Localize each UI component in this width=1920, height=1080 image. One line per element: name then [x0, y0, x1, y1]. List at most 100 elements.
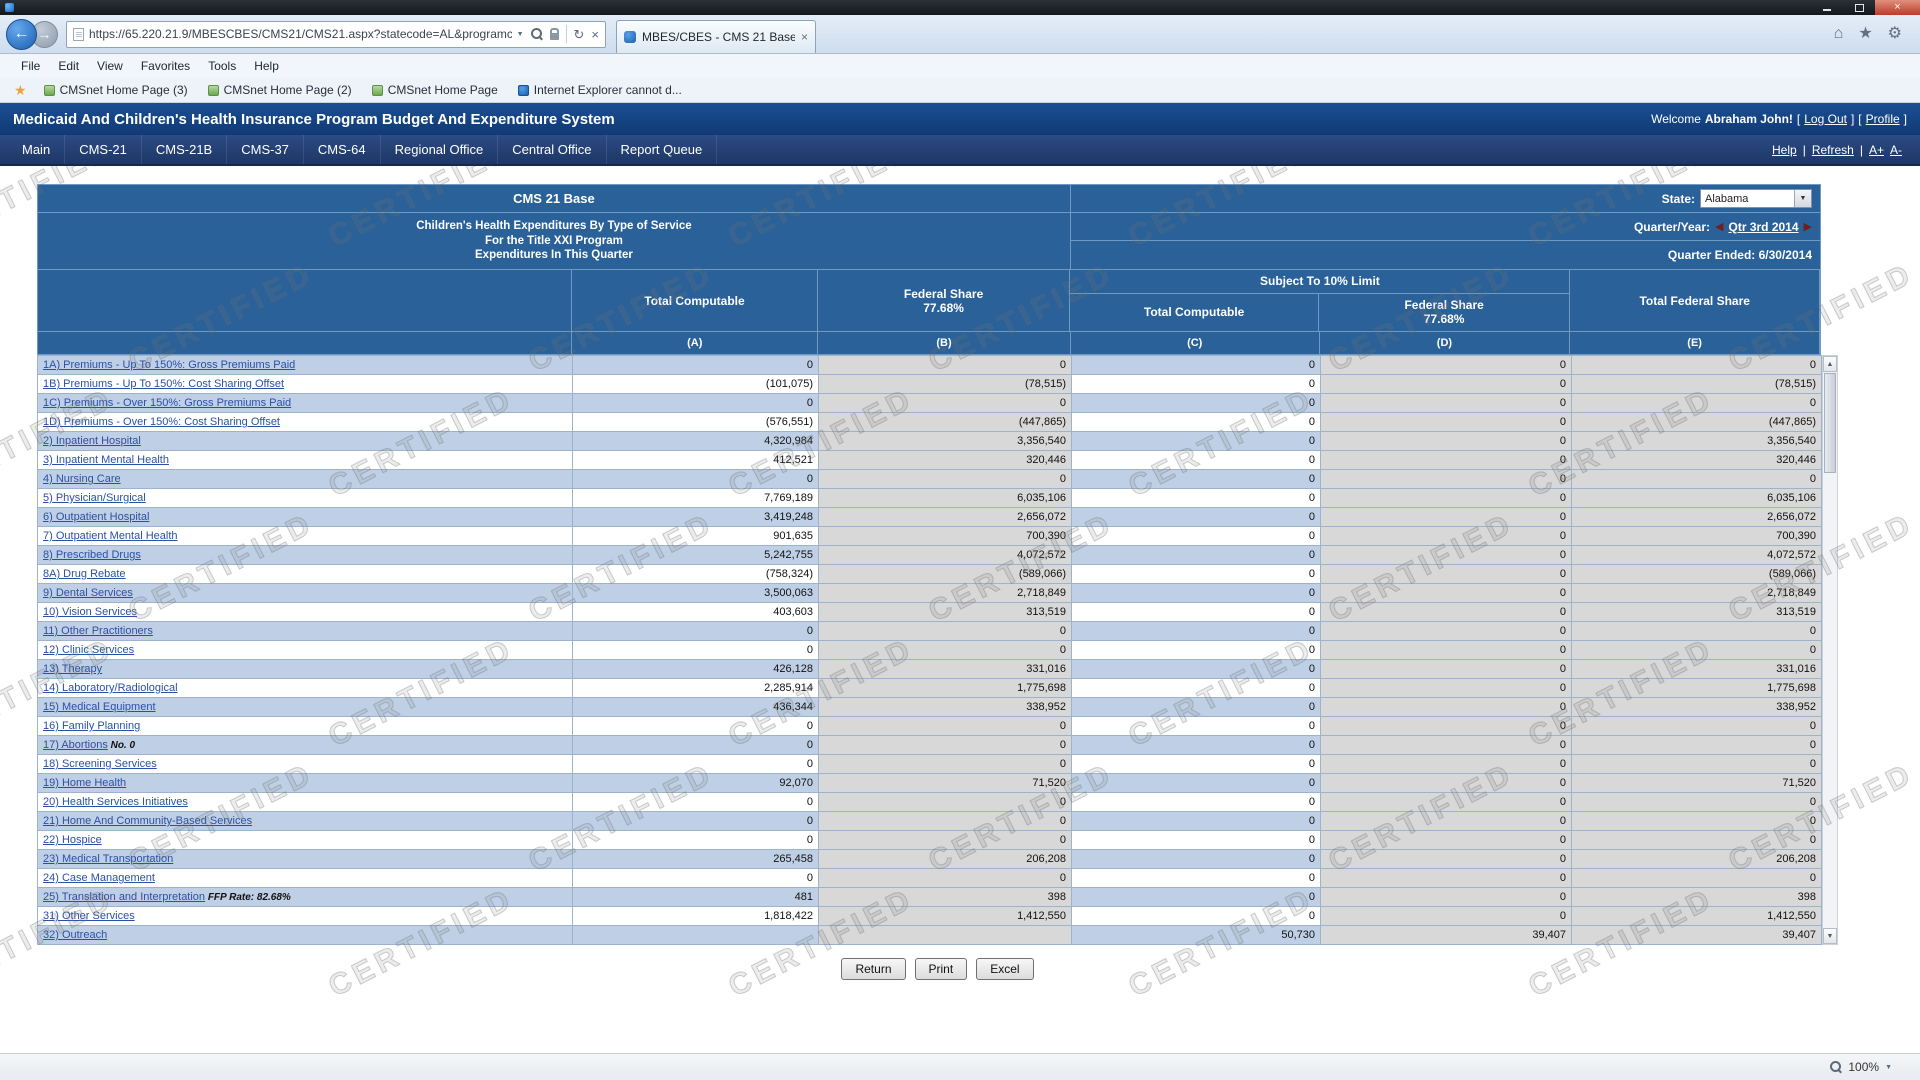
value-cell-c[interactable]: 0: [1072, 660, 1321, 679]
service-link[interactable]: 24) Case Management: [43, 872, 155, 884]
value-cell-c[interactable]: 0: [1072, 432, 1321, 451]
value-cell-c[interactable]: 0: [1072, 850, 1321, 869]
service-link[interactable]: 20) Health Services Initiatives: [43, 796, 188, 808]
value-cell-a[interactable]: 0: [573, 755, 819, 774]
value-cell-a[interactable]: 0: [573, 831, 819, 850]
value-cell-c[interactable]: 0: [1072, 812, 1321, 831]
stop-icon[interactable]: ×: [591, 28, 599, 41]
minimize-button[interactable]: [1811, 0, 1843, 15]
address-dropdown-icon[interactable]: ▼: [517, 31, 524, 38]
value-cell-c[interactable]: 0: [1072, 736, 1321, 755]
value-cell-a[interactable]: 412,521: [573, 451, 819, 470]
return-button[interactable]: Return: [841, 958, 905, 980]
maximize-button[interactable]: [1843, 0, 1875, 15]
value-cell-c[interactable]: 0: [1072, 622, 1321, 641]
service-link[interactable]: 22) Hospice: [43, 834, 102, 846]
value-cell-c[interactable]: 0: [1072, 375, 1321, 394]
back-button[interactable]: ←: [6, 19, 37, 50]
security-lock-icon[interactable]: [550, 33, 559, 40]
print-button[interactable]: Print: [915, 958, 968, 980]
nav-tab-main[interactable]: Main: [8, 135, 65, 164]
service-link[interactable]: 1C) Premiums - Over 150%: Gross Premiums…: [43, 397, 291, 409]
menu-view[interactable]: View: [88, 59, 132, 73]
service-link[interactable]: 21) Home And Community-Based Services: [43, 815, 252, 827]
service-link[interactable]: 16) Family Planning: [43, 720, 140, 732]
scroll-up-icon[interactable]: ▲: [1823, 356, 1837, 372]
value-cell-a[interactable]: 0: [573, 470, 819, 489]
service-link[interactable]: 8A) Drug Rebate: [43, 568, 126, 580]
value-cell-c[interactable]: 0: [1072, 356, 1321, 375]
scroll-down-icon[interactable]: ▼: [1823, 928, 1837, 944]
menu-file[interactable]: File: [12, 59, 49, 73]
service-link[interactable]: 6) Outpatient Hospital: [43, 511, 149, 523]
scroll-thumb[interactable]: [1824, 373, 1836, 473]
value-cell-c[interactable]: 0: [1072, 584, 1321, 603]
service-link[interactable]: 2) Inpatient Hospital: [43, 435, 141, 447]
logout-link[interactable]: Log Out: [1804, 112, 1847, 126]
value-cell-a[interactable]: (576,551): [573, 413, 819, 432]
next-quarter-icon[interactable]: ▶: [1804, 220, 1812, 233]
service-link[interactable]: 1B) Premiums - Up To 150%: Cost Sharing …: [43, 378, 284, 390]
value-cell-c[interactable]: 0: [1072, 546, 1321, 565]
value-cell-c[interactable]: 0: [1072, 907, 1321, 926]
service-link[interactable]: 31) Other Services: [43, 910, 135, 922]
menu-edit[interactable]: Edit: [49, 59, 88, 73]
menu-tools[interactable]: Tools: [199, 59, 245, 73]
nav-tab-cms64[interactable]: CMS-64: [304, 135, 381, 164]
table-scrollbar[interactable]: ▲ ▼: [1822, 355, 1838, 945]
service-link[interactable]: 17) Abortions: [43, 739, 108, 751]
value-cell-a[interactable]: 481: [573, 888, 819, 907]
search-icon[interactable]: [531, 28, 543, 40]
value-cell-a[interactable]: 0: [573, 641, 819, 660]
service-link[interactable]: 1D) Premiums - Over 150%: Cost Sharing O…: [43, 416, 280, 428]
address-bar[interactable]: https://65.220.21.9/MBESCBES/CMS21/CMS21…: [66, 21, 606, 48]
state-select[interactable]: Alabama ▼: [1700, 189, 1812, 208]
value-cell-c[interactable]: 0: [1072, 641, 1321, 660]
service-link[interactable]: 4) Nursing Care: [43, 473, 121, 485]
url-text[interactable]: https://65.220.21.9/MBESCBES/CMS21/CMS21…: [89, 27, 512, 41]
value-cell-a[interactable]: 3,419,248: [573, 508, 819, 527]
service-link[interactable]: 10) Vision Services: [43, 606, 137, 618]
service-link[interactable]: 23) Medical Transportation: [43, 853, 173, 865]
value-cell-a[interactable]: 0: [573, 736, 819, 755]
value-cell-a[interactable]: (101,075): [573, 375, 819, 394]
service-link[interactable]: 3) Inpatient Mental Health: [43, 454, 169, 466]
refresh-link[interactable]: Refresh: [1812, 143, 1854, 157]
value-cell-c[interactable]: 0: [1072, 831, 1321, 850]
service-link[interactable]: 32) Outreach: [43, 929, 107, 941]
tab-close-icon[interactable]: ×: [801, 30, 808, 44]
value-cell-c[interactable]: 0: [1072, 527, 1321, 546]
value-cell-c[interactable]: 0: [1072, 755, 1321, 774]
value-cell-c[interactable]: 0: [1072, 869, 1321, 888]
value-cell-a[interactable]: 5,242,755: [573, 546, 819, 565]
value-cell-a[interactable]: 901,635: [573, 527, 819, 546]
value-cell-c[interactable]: 0: [1072, 698, 1321, 717]
value-cell-a[interactable]: (758,324): [573, 565, 819, 584]
value-cell-a[interactable]: 0: [573, 717, 819, 736]
excel-button[interactable]: Excel: [976, 958, 1033, 980]
value-cell-c[interactable]: 0: [1072, 888, 1321, 907]
settings-gear-icon[interactable]: ⚙: [1888, 26, 1902, 42]
value-cell-a[interactable]: 92,070: [573, 774, 819, 793]
menu-help[interactable]: Help: [245, 59, 288, 73]
value-cell-c[interactable]: 0: [1072, 451, 1321, 470]
value-cell-c[interactable]: 0: [1072, 394, 1321, 413]
value-cell-c[interactable]: 50,730: [1072, 926, 1321, 945]
value-cell-a[interactable]: 403,603: [573, 603, 819, 622]
value-cell-a[interactable]: 0: [573, 793, 819, 812]
favorite-link-2[interactable]: CMSnet Home Page (2): [198, 83, 362, 97]
nav-tab-cms21b[interactable]: CMS-21B: [142, 135, 227, 164]
nav-tab-central-office[interactable]: Central Office: [498, 135, 606, 164]
value-cell-a[interactable]: 0: [573, 812, 819, 831]
close-button[interactable]: ×: [1875, 0, 1920, 15]
value-cell-a[interactable]: 0: [573, 394, 819, 413]
nav-tab-regional-office[interactable]: Regional Office: [381, 135, 499, 164]
browser-tab[interactable]: MBES/CBES - CMS 21 Base ×: [616, 20, 816, 53]
zoom-dropdown-icon[interactable]: ▼: [1885, 1064, 1892, 1071]
value-cell-c[interactable]: 0: [1072, 470, 1321, 489]
service-link[interactable]: 19) Home Health: [43, 777, 126, 789]
value-cell-c[interactable]: 0: [1072, 774, 1321, 793]
font-decrease-link[interactable]: A-: [1890, 143, 1902, 157]
quarter-link[interactable]: Qtr 3rd 2014: [1728, 220, 1798, 234]
favorite-link-1[interactable]: CMSnet Home Page (3): [34, 83, 198, 97]
